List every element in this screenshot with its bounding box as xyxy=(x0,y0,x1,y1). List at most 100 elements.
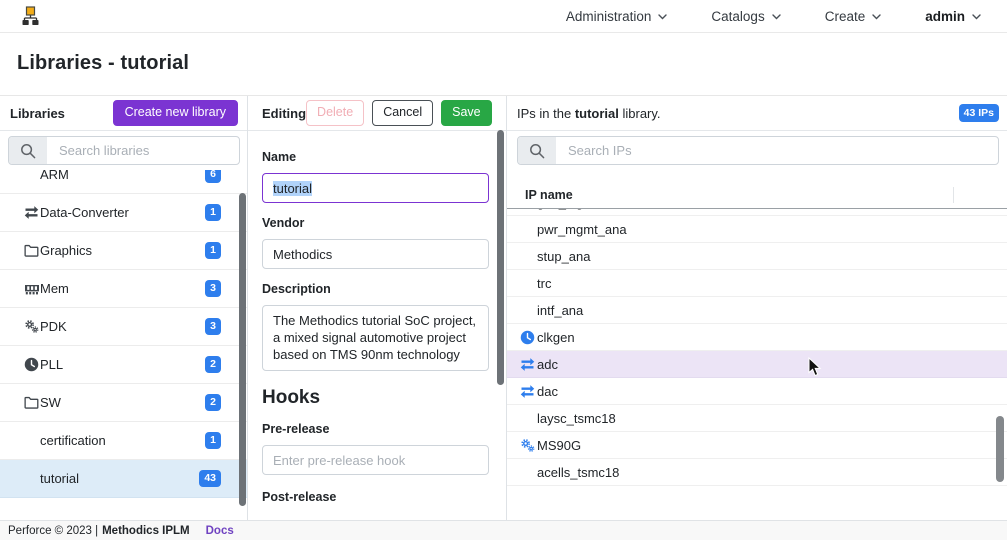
ip-name: adc xyxy=(537,357,558,372)
memory-icon xyxy=(24,281,40,297)
ip-count-badge: 43 IPs xyxy=(959,104,999,122)
sitemap-logo-icon[interactable] xyxy=(22,6,39,26)
sidebar-item-graphics[interactable]: Graphics 1 xyxy=(0,232,247,270)
chevron-down-icon xyxy=(658,14,667,20)
ip-name: clkgen xyxy=(537,330,575,345)
footer-copyright: Perforce © 2023 | xyxy=(8,525,98,537)
library-name: PLL xyxy=(40,357,63,372)
vendor-field[interactable] xyxy=(262,239,489,269)
create-new-library-button[interactable]: Create new library xyxy=(113,100,238,126)
ips-panel-title: IPs in the tutorial library. xyxy=(517,106,661,121)
name-field[interactable]: tutorial xyxy=(262,173,489,203)
ip-row-acells_tsmc18[interactable]: acells_tsmc18 xyxy=(507,459,1007,486)
library-name: tutorial xyxy=(40,471,79,486)
search-icon xyxy=(9,137,47,164)
sidebar-item-arm[interactable]: ARM 6 xyxy=(0,170,247,194)
sidebar-item-mem[interactable]: Mem 3 xyxy=(0,270,247,308)
nav-item-administration[interactable]: Administration xyxy=(566,9,668,24)
ips-scrollbar[interactable] xyxy=(996,416,1004,482)
folder-icon xyxy=(24,395,40,410)
pre-release-field[interactable] xyxy=(262,445,489,475)
exchange-icon xyxy=(24,205,40,220)
ip-name: dac xyxy=(537,384,558,399)
library-count-badge: 2 xyxy=(205,356,221,374)
main-area: Libraries Create new library ARM 6 Data-… xyxy=(0,95,1007,520)
ip-row-adc[interactable]: adc xyxy=(507,351,1007,378)
ips-panel: IPs in the tutorial library. 43 IPs IP n… xyxy=(507,96,1007,520)
ip-row-dac[interactable]: dac xyxy=(507,378,1007,405)
gears-icon xyxy=(520,438,535,453)
sidebar-item-certification[interactable]: certification 1 xyxy=(0,422,247,460)
sidebar-item-pdk[interactable]: PDK 3 xyxy=(0,308,247,346)
editing-form: Name tutorial Vendor Description The Met… xyxy=(248,131,506,504)
ip-table-header: IP name xyxy=(507,182,1007,209)
sidebar-item-data-converter[interactable]: Data-Converter 1 xyxy=(0,194,247,232)
search-libraries-input[interactable] xyxy=(47,137,240,164)
libraries-search-row xyxy=(0,131,247,170)
nav-item-create[interactable]: Create xyxy=(825,9,882,24)
delete-button[interactable]: Delete xyxy=(306,100,364,126)
search-icon xyxy=(518,137,556,164)
library-name: Mem xyxy=(40,281,69,296)
vendor-field-input[interactable] xyxy=(273,247,478,262)
libraries-list: ARM 6 Data-Converter 1 Graphics 1 Mem 3 … xyxy=(0,170,247,520)
nav-item-admin[interactable]: admin xyxy=(925,9,981,24)
ip-row-gen_dig[interactable]: gen_dig xyxy=(507,209,1007,216)
nav-item-catalogs[interactable]: Catalogs xyxy=(711,9,780,24)
library-count-badge: 1 xyxy=(205,242,221,260)
sidebar-item-sw[interactable]: SW 2 xyxy=(0,384,247,422)
ip-name: acells_tsmc18 xyxy=(537,465,619,480)
chevron-down-icon xyxy=(972,14,981,20)
library-name: Graphics xyxy=(40,243,92,258)
ip-row-ms90g[interactable]: MS90G xyxy=(507,432,1007,459)
library-count-badge: 6 xyxy=(205,170,221,183)
libraries-panel: Libraries Create new library ARM 6 Data-… xyxy=(0,96,248,520)
name-field-label: Name xyxy=(262,150,489,164)
libraries-scrollbar[interactable] xyxy=(239,193,246,506)
library-name: Data-Converter xyxy=(40,205,129,220)
editing-panel-header: Editing Delete Cancel Save xyxy=(248,96,506,131)
ip-row-stup_ana[interactable]: stup_ana xyxy=(507,243,1007,270)
nav-menu: Administration Catalogs Create admin xyxy=(566,9,981,24)
ips-search-box xyxy=(517,136,999,165)
ip-name: gen_dig xyxy=(537,209,583,210)
clock-icon xyxy=(24,357,40,372)
docs-link[interactable]: Docs xyxy=(206,525,234,537)
editing-panel: Editing Delete Cancel Save Name tutorial… xyxy=(248,96,507,520)
ip-name: stup_ana xyxy=(537,249,591,264)
ip-name: pwr_mgmt_ana xyxy=(537,222,627,237)
exchange-icon xyxy=(520,357,535,372)
cancel-button[interactable]: Cancel xyxy=(372,100,433,126)
top-navbar: Administration Catalogs Create admin xyxy=(0,0,1007,33)
library-name: ARM xyxy=(40,170,69,182)
library-count-badge: 43 xyxy=(199,470,221,488)
library-count-badge: 3 xyxy=(205,318,221,336)
ip-row-laysc_tsmc18[interactable]: laysc_tsmc18 xyxy=(507,405,1007,432)
ip-name: MS90G xyxy=(537,438,581,453)
description-field[interactable]: The Methodics tutorial SoC project, a mi… xyxy=(262,305,489,371)
editing-scrollbar[interactable] xyxy=(497,130,504,385)
library-count-badge: 3 xyxy=(205,280,221,298)
ip-row-clkgen[interactable]: clkgen xyxy=(507,324,1007,351)
libraries-search-box xyxy=(8,136,240,165)
ip-name: trc xyxy=(537,276,551,291)
ip-row-trc[interactable]: trc xyxy=(507,270,1007,297)
ip-name: intf_ana xyxy=(537,303,583,318)
pre-release-input[interactable] xyxy=(273,453,478,468)
ip-row-pwr_mgmt_ana[interactable]: pwr_mgmt_ana xyxy=(507,216,1007,243)
save-button[interactable]: Save xyxy=(441,100,492,126)
editing-panel-title: Editing xyxy=(262,106,306,121)
chevron-down-icon xyxy=(872,14,881,20)
library-name: SW xyxy=(40,395,61,410)
clock-icon xyxy=(520,330,535,345)
sidebar-item-tutorial[interactable]: tutorial 43 xyxy=(0,460,247,498)
search-ips-input[interactable] xyxy=(556,137,998,164)
hooks-section-title: Hooks xyxy=(262,387,489,409)
library-count-badge: 1 xyxy=(205,204,221,222)
ip-row-intf_ana[interactable]: intf_ana xyxy=(507,297,1007,324)
column-divider xyxy=(953,187,954,203)
footer: Perforce © 2023 | Methodics IPLM Docs xyxy=(0,520,1007,540)
pre-release-label: Pre-release xyxy=(262,422,489,436)
sidebar-item-pll[interactable]: PLL 2 xyxy=(0,346,247,384)
folder-icon xyxy=(24,243,40,258)
